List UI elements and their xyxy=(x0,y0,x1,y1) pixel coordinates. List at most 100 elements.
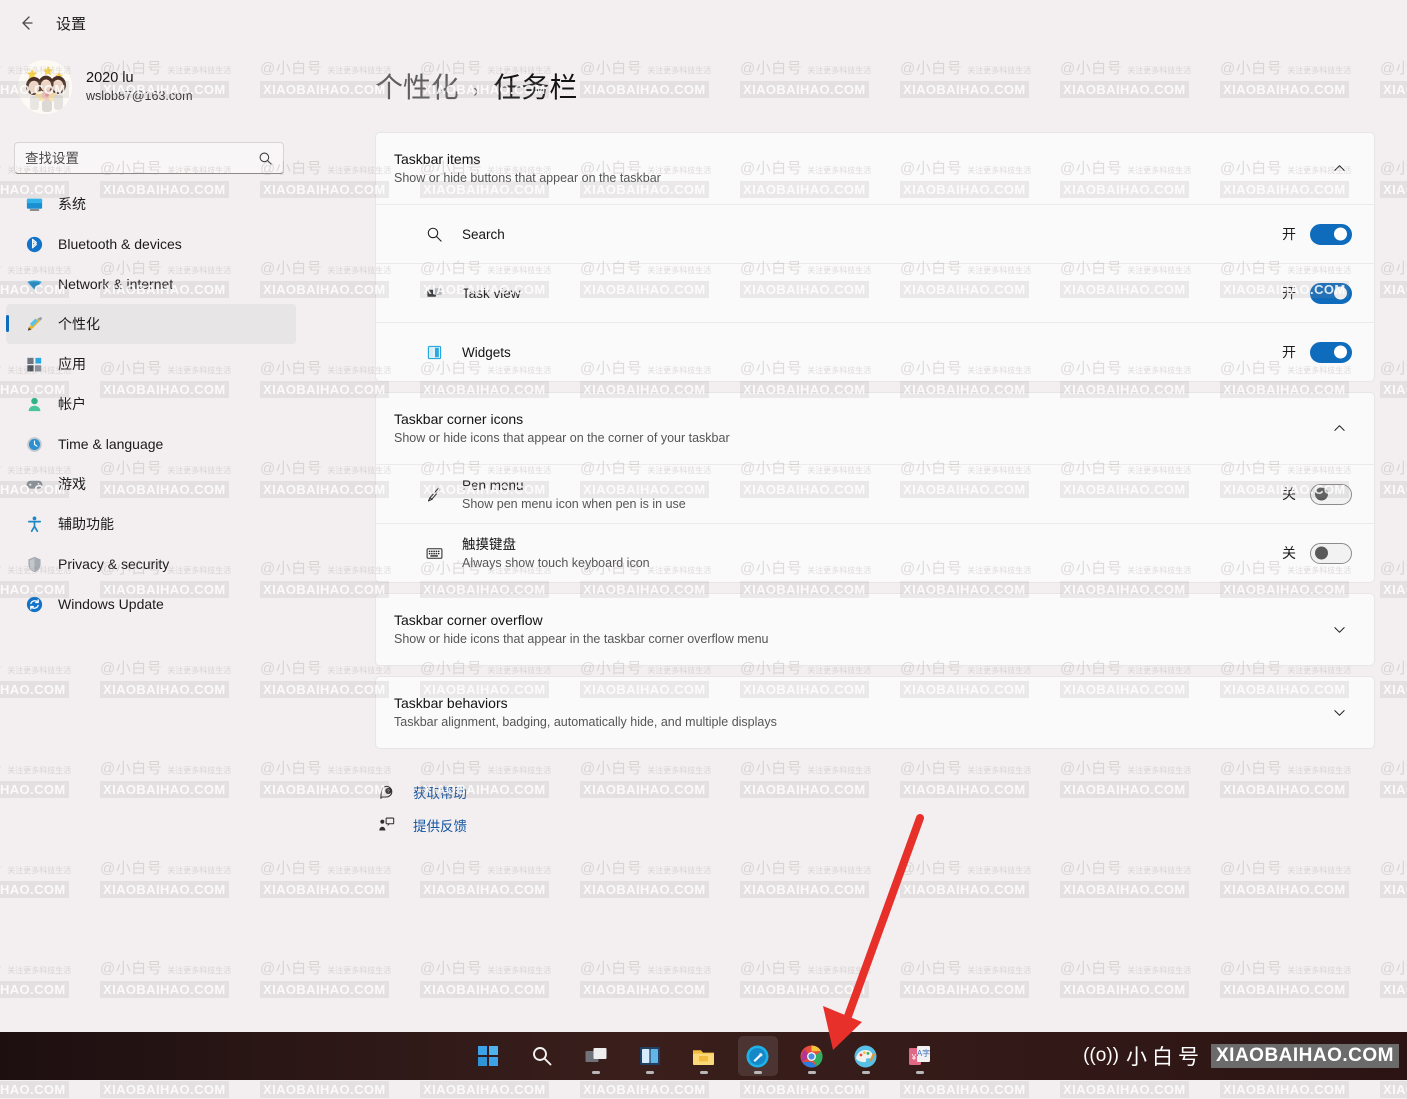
sidebar-item-windows-update[interactable]: Windows Update xyxy=(6,584,296,624)
taskbar-icons: A字 ¥ xyxy=(468,1036,940,1076)
task-view-icon xyxy=(422,281,446,305)
section-header[interactable]: Taskbar items Show or hide buttons that … xyxy=(376,133,1374,204)
watermark-domain: XIAOBAIHAO.COM xyxy=(0,1081,69,1098)
section-header[interactable]: Taskbar behaviors Taskbar alignment, bad… xyxy=(376,677,1374,748)
toggle-label: 关 xyxy=(1282,484,1296,504)
taskbar-file-explorer-button[interactable] xyxy=(684,1036,724,1076)
running-indicator xyxy=(700,1071,708,1074)
toggle-switch[interactable] xyxy=(1310,342,1352,363)
taskbar-paint-button[interactable] xyxy=(846,1036,886,1076)
row-title: 触摸键盘 xyxy=(462,535,1266,554)
sidebar-item-accounts[interactable]: 帐户 xyxy=(6,384,296,424)
brand-chinese-label: 小白号 xyxy=(1126,1041,1204,1071)
running-indicator xyxy=(916,1071,924,1074)
sidebar-item-privacy-security[interactable]: Privacy & security xyxy=(6,544,296,584)
section-taskbar-items: Taskbar items Show or hide buttons that … xyxy=(375,132,1375,382)
toggle-label: 关 xyxy=(1282,543,1296,563)
sidebar-item-system[interactable]: 系统 xyxy=(6,184,296,224)
section-header[interactable]: Taskbar corner overflow Show or hide ico… xyxy=(376,594,1374,665)
link-label: 获取帮助 xyxy=(413,782,467,802)
sidebar-item-label: 辅助功能 xyxy=(58,514,114,534)
accounts-icon xyxy=(24,394,44,414)
system-icon xyxy=(24,194,44,214)
toggle-switch[interactable] xyxy=(1310,224,1352,245)
chevron-up-icon[interactable] xyxy=(1326,156,1352,182)
chevron-down-icon[interactable] xyxy=(1326,700,1352,726)
section-taskbar-behaviors: Taskbar behaviors Taskbar alignment, bad… xyxy=(375,676,1375,749)
toggle-task-view[interactable]: 开 xyxy=(1282,283,1352,304)
chevron-up-icon[interactable] xyxy=(1326,416,1352,442)
setting-row-task-view[interactable]: Task view 开 xyxy=(376,263,1374,322)
help-icon: ? xyxy=(375,781,397,803)
watermark-domain: XIAOBAIHAO.COM xyxy=(580,1081,709,1098)
search-input[interactable] xyxy=(25,151,258,166)
sidebar-item-accessibility[interactable]: 辅助功能 xyxy=(6,504,296,544)
taskbar-chrome-button[interactable] xyxy=(792,1036,832,1076)
network-icon xyxy=(24,274,44,294)
toggle-touch-keyboard[interactable]: 关 xyxy=(1282,543,1352,564)
section-subtitle: Show or hide buttons that appear on the … xyxy=(394,169,1326,188)
update-icon xyxy=(24,594,44,614)
sidebar-item-apps[interactable]: 应用 xyxy=(6,344,296,384)
watermark-domain: XIAOBAIHAO.COM xyxy=(260,1081,389,1098)
sidebar-item-label: Privacy & security xyxy=(58,556,169,572)
section-title: Taskbar corner overflow xyxy=(394,610,1326,630)
svg-text:¥: ¥ xyxy=(911,1053,917,1062)
setting-row-pen-menu[interactable]: Pen menu Show pen menu icon when pen is … xyxy=(376,464,1374,523)
watermark-domain: XIAOBAIHAO.COM xyxy=(740,1081,869,1098)
toggle-switch[interactable] xyxy=(1310,283,1352,304)
row-subtitle: Always show touch keyboard icon xyxy=(462,554,1266,572)
taskbar-search-button[interactable] xyxy=(522,1036,562,1076)
section-subtitle: Show or hide icons that appear on the co… xyxy=(394,429,1326,448)
taskbar-widgets-button[interactable] xyxy=(630,1036,670,1076)
account-tile[interactable]: 2020 lu wslbb87@163.com xyxy=(0,46,310,124)
row-title: Search xyxy=(462,225,1266,244)
section-taskbar-corner-icons: Taskbar corner icons Show or hide icons … xyxy=(375,392,1375,583)
taskbar-task-view-button[interactable] xyxy=(576,1036,616,1076)
taskbar-edge-button[interactable] xyxy=(738,1036,778,1076)
running-indicator xyxy=(646,1071,654,1074)
get-help-link[interactable]: ? 获取帮助 xyxy=(375,775,1375,808)
give-feedback-link[interactable]: 提供反馈 xyxy=(375,808,1375,841)
chevron-right-icon: › xyxy=(473,81,479,103)
sidebar-item-network[interactable]: Network & internet xyxy=(6,264,296,304)
toggle-search[interactable]: 开 xyxy=(1282,224,1352,245)
setting-row-widgets[interactable]: Widgets 开 xyxy=(376,322,1374,381)
sidebar-item-label: Bluetooth & devices xyxy=(58,236,182,252)
toggle-pen-menu[interactable]: 关 xyxy=(1282,484,1352,505)
sidebar-item-label: 个性化 xyxy=(58,314,100,334)
toggle-widgets[interactable]: 开 xyxy=(1282,342,1352,363)
sidebar-item-personalization[interactable]: 个性化 xyxy=(6,304,296,344)
taskbar-app-button[interactable]: A字 ¥ xyxy=(900,1036,940,1076)
back-button[interactable] xyxy=(12,8,42,38)
sidebar-item-label: Time & language xyxy=(58,436,163,452)
setting-row-touch-keyboard[interactable]: 触摸键盘 Always show touch keyboard icon 关 xyxy=(376,523,1374,582)
search-icon xyxy=(422,222,446,246)
sidebar-item-label: Windows Update xyxy=(58,596,164,612)
watermark-domain: XIAOBAIHAO.COM xyxy=(1380,1081,1407,1098)
wifi-icon: ((o)) xyxy=(1083,1045,1119,1067)
main-content: 个性化 › 任务栏 Taskbar items Show or hide but… xyxy=(330,0,1407,1030)
toggle-switch[interactable] xyxy=(1310,484,1352,505)
breadcrumb: 个性化 › 任务栏 xyxy=(330,0,1407,132)
svg-text:A字: A字 xyxy=(917,1048,930,1058)
watermark-domain: XIAOBAIHAO.COM xyxy=(1220,1081,1349,1098)
search-box[interactable] xyxy=(14,142,284,174)
setting-row-search[interactable]: Search 开 xyxy=(376,204,1374,263)
watermark-domain: XIAOBAIHAO.COM xyxy=(900,1081,1029,1098)
toggle-switch[interactable] xyxy=(1310,543,1352,564)
sidebar-item-gaming[interactable]: 游戏 xyxy=(6,464,296,504)
chevron-down-icon[interactable] xyxy=(1326,617,1352,643)
bluetooth-icon xyxy=(24,234,44,254)
taskbar-start-button[interactable] xyxy=(468,1036,508,1076)
settings-title: 设置 xyxy=(56,13,86,34)
sidebar-item-bluetooth[interactable]: Bluetooth & devices xyxy=(6,224,296,264)
watermark-domain: XIAOBAIHAO.COM xyxy=(420,1081,549,1098)
sidebar-topbar: 设置 xyxy=(0,0,310,46)
apps-icon xyxy=(24,354,44,374)
sidebar-item-time-language[interactable]: Time & language xyxy=(6,424,296,464)
section-header[interactable]: Taskbar corner icons Show or hide icons … xyxy=(376,393,1374,464)
accessibility-icon xyxy=(24,514,44,534)
shield-icon xyxy=(24,554,44,574)
breadcrumb-parent[interactable]: 个性化 xyxy=(375,66,459,106)
